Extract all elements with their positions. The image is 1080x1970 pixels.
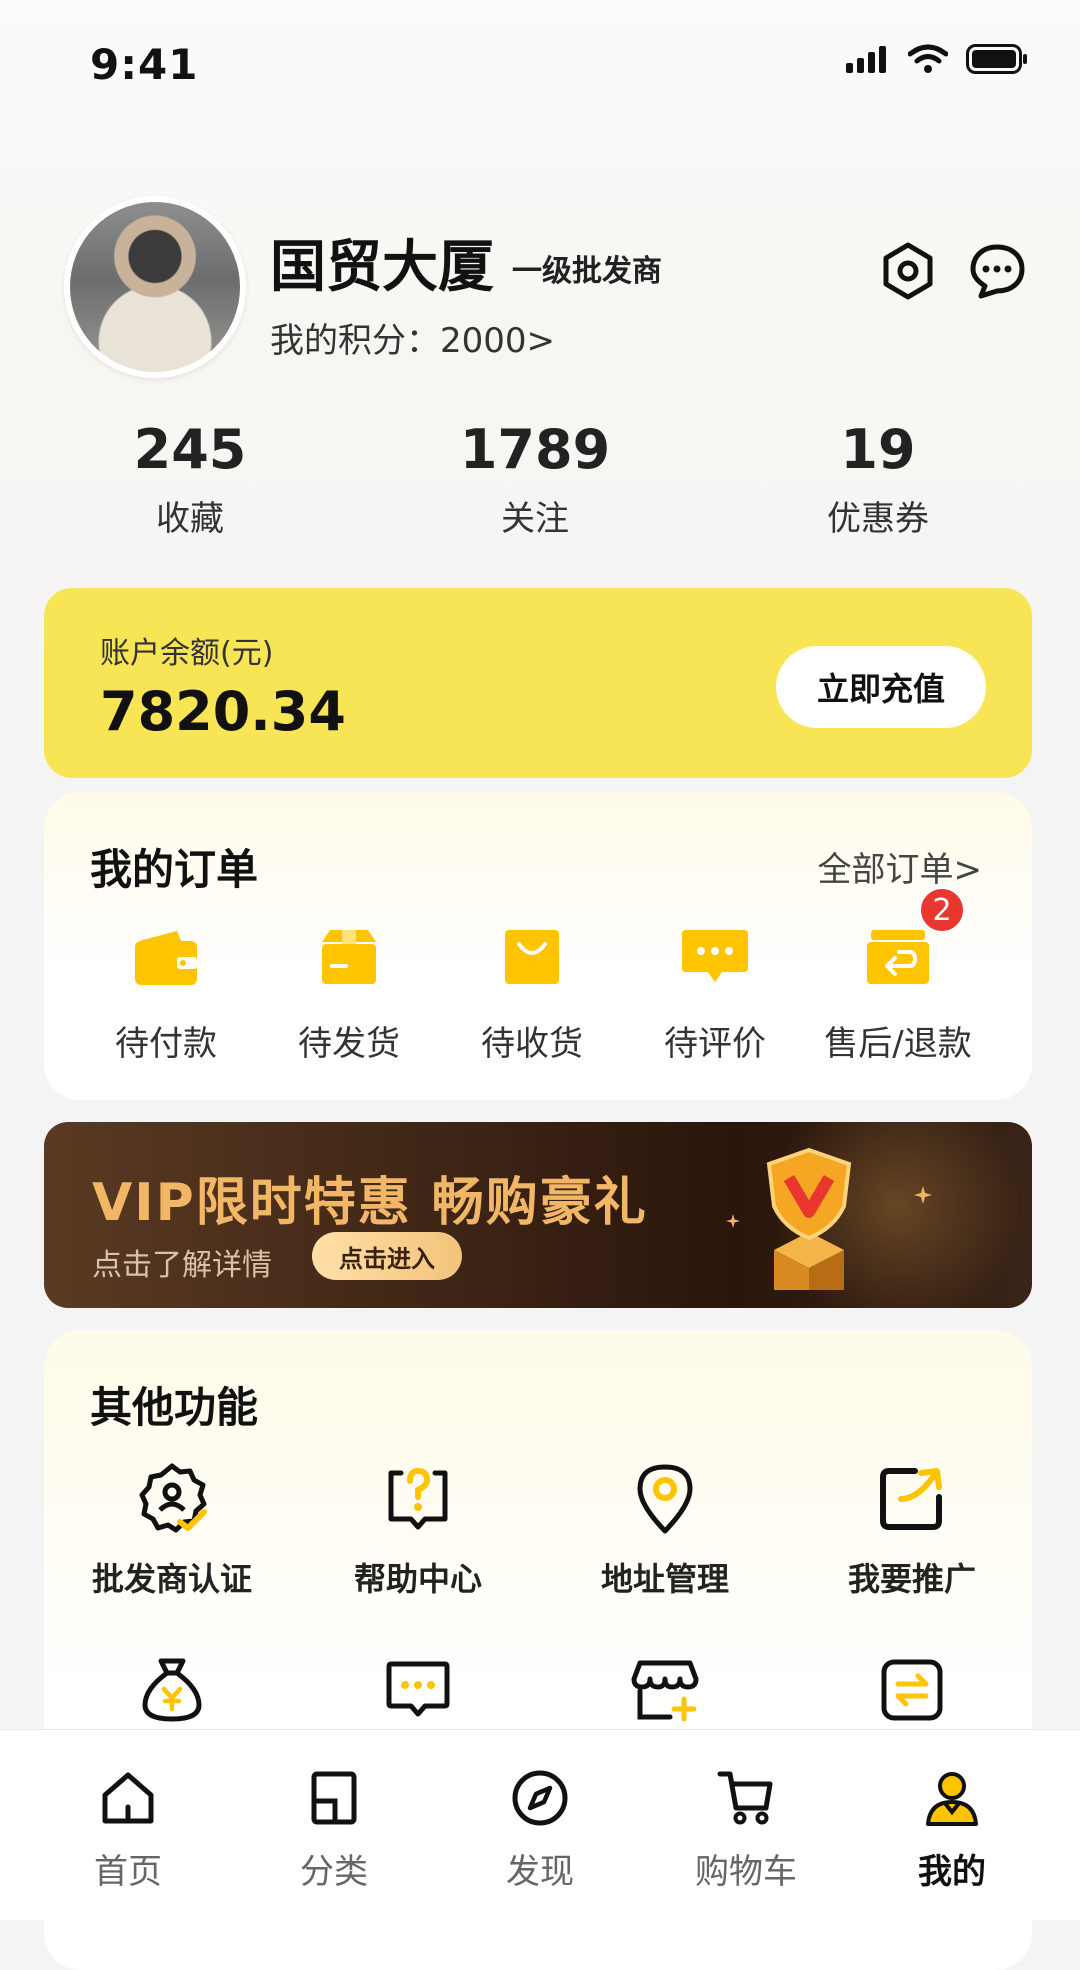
func-label: 地址管理 (600, 1560, 729, 1598)
money-bag-icon (142, 1658, 202, 1722)
order-pending-review[interactable]: 待评价 (623, 922, 807, 1065)
refund-count-badge: 2 (918, 886, 966, 934)
help-icon (388, 1467, 448, 1530)
certified-badge-icon (139, 1463, 207, 1533)
exchange-icon (881, 1659, 943, 1721)
order-label: 待评价 (664, 1024, 766, 1064)
order-label: 待收货 (481, 1024, 583, 1064)
wallet-icon (135, 931, 197, 985)
cart-icon (717, 1771, 773, 1825)
comment-icon (682, 930, 748, 982)
bottom-tab-bar: 首页 分类 发现 购物车 我的 (0, 1729, 1080, 1920)
message-button[interactable] (962, 236, 1032, 306)
status-time: 9:41 (90, 40, 199, 89)
order-pending-receipt[interactable]: 待收货 (440, 922, 624, 1065)
shopping-bag-icon (505, 930, 559, 984)
stat-value: 245 (133, 418, 247, 481)
message-icon (386, 1661, 450, 1717)
member-level: 一级批发商 (512, 254, 662, 289)
store-add-icon (631, 1660, 699, 1722)
order-label: 待付款 (115, 1024, 217, 1064)
func-address-management[interactable]: 地址管理 (545, 1460, 785, 1600)
stat-label: 关注 (501, 499, 569, 540)
avatar[interactable] (64, 196, 246, 378)
status-icons (846, 44, 1028, 74)
order-refund[interactable]: 2 售后/退款 (806, 886, 990, 1065)
category-icon (311, 1771, 357, 1825)
sparkle-icon (914, 1186, 932, 1204)
points-link[interactable]: 我的积分：2000> (270, 313, 555, 362)
order-pending-shipment[interactable]: 待发货 (257, 922, 441, 1065)
home-icon (102, 1772, 154, 1824)
sparkle-icon (726, 1214, 740, 1228)
stat-favorites[interactable]: 245 收藏 (60, 420, 320, 540)
tab-home[interactable]: 首页 (48, 1766, 208, 1893)
tab-label: 发现 (506, 1852, 574, 1892)
tab-label: 分类 (300, 1852, 368, 1892)
stat-coupons[interactable]: 19 优惠券 (748, 420, 1008, 540)
package-icon (322, 930, 376, 984)
order-pending-payment[interactable]: 待付款 (74, 922, 258, 1065)
recharge-button[interactable]: 立即充值 (776, 646, 986, 728)
profile-name: 国贸大厦 (270, 235, 494, 300)
stat-label: 优惠券 (827, 499, 929, 540)
vip-enter-button[interactable]: 点击进入 (312, 1232, 462, 1280)
func-label: 帮助中心 (353, 1560, 482, 1598)
orders-card: 我的订单 全部订单> 待付款 待发货 待收货 待评价 2 售后/退款 (44, 792, 1032, 1100)
vip-subtitle: 点击了解详情 (92, 1248, 272, 1283)
tab-cart[interactable]: 购物车 (666, 1766, 826, 1893)
refund-box-icon (867, 930, 929, 984)
func-help-center[interactable]: 帮助中心 (298, 1460, 538, 1600)
func-wholesaler-certification[interactable]: 批发商认证 (52, 1460, 292, 1600)
order-label: 待发货 (298, 1024, 400, 1064)
balance-value: 7820.34 (100, 680, 346, 743)
all-orders-link[interactable]: 全部订单> (818, 842, 983, 891)
balance-label: 账户余额(元) (100, 636, 274, 671)
compass-icon (512, 1770, 568, 1826)
func-promotion[interactable]: 我要推广 (792, 1460, 1032, 1600)
user-icon (926, 1772, 978, 1826)
func-label: 我要推广 (847, 1560, 976, 1598)
vip-shield-icon (766, 1147, 852, 1290)
battery-icon (966, 44, 1027, 74)
chat-icon (970, 244, 1025, 299)
tab-label: 首页 (94, 1852, 162, 1892)
tab-mine[interactable]: 我的 (872, 1766, 1032, 1893)
functions-title: 其他功能 (90, 1383, 259, 1432)
stat-following[interactable]: 1789 关注 (405, 420, 665, 540)
location-pin-icon (637, 1464, 693, 1534)
vip-banner[interactable]: VIP限时特惠 畅购豪礼 点击了解详情 点击进入 (44, 1122, 1032, 1308)
vip-title: VIP限时特惠 畅购豪礼 (92, 1173, 648, 1233)
tab-category[interactable]: 分类 (254, 1766, 414, 1893)
settings-icon (883, 242, 933, 300)
func-label: 批发商认证 (91, 1560, 252, 1598)
tab-discover[interactable]: 发现 (460, 1766, 620, 1893)
status-bar: 9:41 (0, 0, 1080, 120)
stat-label: 收藏 (156, 499, 224, 540)
share-icon (880, 1468, 942, 1530)
stat-value: 1789 (459, 418, 611, 481)
tab-label: 购物车 (695, 1852, 797, 1892)
orders-title: 我的订单 (90, 845, 259, 894)
balance-card: 账户余额(元) 7820.34 立即充值 (44, 588, 1032, 778)
order-label: 售后/退款 (824, 1024, 972, 1064)
stat-value: 19 (840, 418, 916, 481)
signal-icon (846, 46, 886, 73)
wifi-icon (908, 44, 948, 73)
settings-button[interactable] (873, 236, 943, 306)
tab-label: 我的 (918, 1852, 986, 1892)
